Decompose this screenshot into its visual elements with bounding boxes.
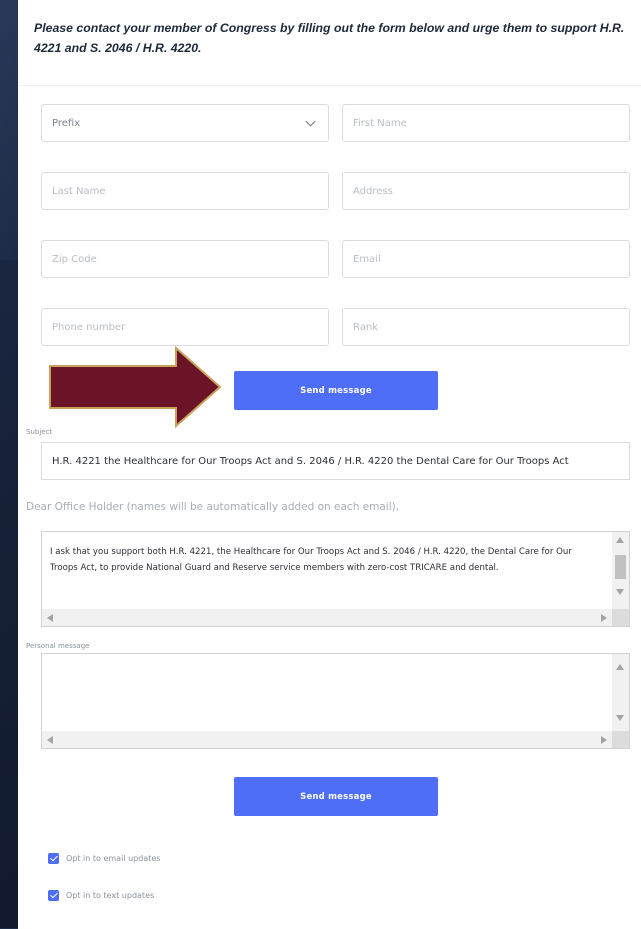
first-name-placeholder: First Name [353, 117, 407, 129]
phone-number-placeholder: Phone number [52, 321, 126, 333]
prefix-value: Prefix [52, 117, 81, 129]
message-body-text: I ask that you support both H.R. 4221, t… [50, 547, 572, 573]
scroll-up-icon[interactable] [616, 537, 624, 543]
rank-placeholder: Rank [353, 321, 378, 333]
subject-field[interactable]: H.R. 4221 the Healthcare for Our Troops … [41, 442, 630, 480]
message-vertical-scrollbar[interactable] [612, 532, 629, 609]
email-field[interactable]: Email [342, 240, 630, 278]
address-placeholder: Address [353, 185, 393, 197]
scrollbar-corner [612, 609, 629, 626]
send-message-button-bottom[interactable]: Send message [234, 777, 438, 816]
personal-message-textarea[interactable] [41, 653, 630, 749]
salutation-text: Dear Office Holder (names will be automa… [26, 501, 400, 513]
subject-label: Subject [26, 428, 53, 436]
scrollbar-thumb[interactable] [615, 555, 626, 579]
opt-in-email-checkbox[interactable] [48, 853, 59, 864]
pointer-arrow-icon [49, 346, 222, 428]
scroll-right-icon[interactable] [601, 614, 607, 622]
scroll-down-icon[interactable] [616, 715, 624, 721]
scroll-left-icon[interactable] [47, 614, 53, 622]
message-horizontal-scrollbar[interactable] [42, 609, 612, 626]
intro-text: Please contact your member of Congress b… [34, 21, 625, 55]
opt-in-text-label: Opt in to text updates [66, 891, 155, 900]
chevron-down-icon [305, 116, 316, 127]
prefix-select[interactable]: Prefix [41, 104, 329, 142]
rank-field[interactable]: Rank [342, 308, 630, 346]
petition-page: Please contact your member of Congress b… [18, 0, 641, 929]
opt-in-email-label: Opt in to email updates [66, 854, 161, 863]
message-body-textarea[interactable]: I ask that you support both H.R. 4221, t… [41, 531, 630, 627]
zip-code-field[interactable]: Zip Code [41, 240, 329, 278]
first-name-field[interactable]: First Name [342, 104, 630, 142]
last-name-placeholder: Last Name [52, 185, 106, 197]
scroll-up-icon[interactable] [616, 664, 624, 670]
scrollbar-corner [612, 731, 629, 748]
email-placeholder: Email [353, 253, 381, 265]
scroll-left-icon[interactable] [47, 736, 53, 744]
last-name-field[interactable]: Last Name [41, 172, 329, 210]
scroll-down-icon[interactable] [616, 589, 624, 595]
zip-code-placeholder: Zip Code [52, 253, 97, 265]
opt-in-text-checkbox[interactable] [48, 890, 59, 901]
address-field[interactable]: Address [342, 172, 630, 210]
opt-in-email-row[interactable]: Opt in to email updates [48, 853, 160, 864]
personal-message-label: Personal message [26, 642, 90, 650]
personal-vertical-scrollbar[interactable] [612, 654, 629, 731]
personal-horizontal-scrollbar[interactable] [42, 731, 612, 748]
scroll-right-icon[interactable] [601, 736, 607, 744]
phone-number-field[interactable]: Phone number [41, 308, 329, 346]
opt-in-text-row[interactable]: Opt in to text updates [48, 890, 154, 901]
send-message-button-top[interactable]: Send message [234, 371, 438, 410]
